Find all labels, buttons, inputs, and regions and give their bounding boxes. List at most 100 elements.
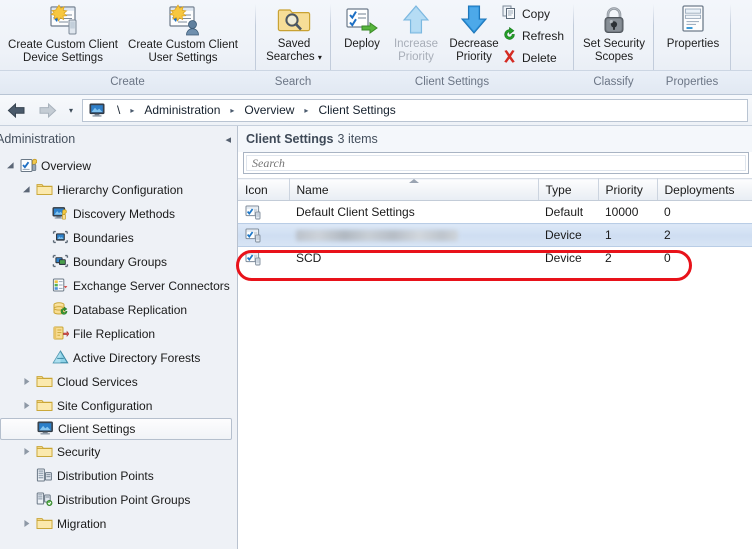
item-count: 3 items xyxy=(337,132,378,146)
sidebar-item-label: Security xyxy=(57,445,101,459)
history-dropdown-button[interactable]: ▾ xyxy=(62,98,80,123)
properties-button[interactable]: Properties xyxy=(658,4,728,51)
sidebar-item-boundaries[interactable]: Boundaries xyxy=(0,226,237,250)
column-header-name-label: Name xyxy=(296,182,329,197)
active-directory-icon xyxy=(52,350,69,366)
saved-searches-button[interactable]: Saved Searches ▾ xyxy=(262,4,326,64)
boundary-icon xyxy=(52,230,69,246)
ribbon-group-label-search: Search xyxy=(274,76,312,88)
row-priority-cell: 10000 xyxy=(605,205,639,219)
sidebar-item-cloud-services[interactable]: Cloud Services xyxy=(0,370,237,394)
sidebar-item-exchange-server-connectors[interactable]: Exchange Server Connectors xyxy=(0,274,237,298)
column-header-icon[interactable]: Icon xyxy=(238,178,290,201)
arrow-left-icon xyxy=(7,102,25,118)
ribbon-group-label-classify: Classify xyxy=(593,76,634,88)
page-title: Client Settings xyxy=(246,132,334,146)
delete-button[interactable]: Delete xyxy=(499,47,560,68)
sidebar-item-security[interactable]: Security xyxy=(0,440,237,464)
breadcrumb-client-settings[interactable]: Client Settings xyxy=(311,103,402,117)
row-icon-cell xyxy=(238,201,289,224)
set-security-scopes-button[interactable]: Set Security Scopes xyxy=(578,4,650,64)
refresh-icon xyxy=(502,26,517,45)
breadcrumb: \ ▸ Administration ▸ Overview ▸ Client S… xyxy=(82,98,748,122)
sidebar-item-migration[interactable]: Migration xyxy=(0,512,237,536)
column-header-type[interactable]: Type xyxy=(538,178,599,201)
sidebar-item-distribution-point-groups[interactable]: Distribution Point Groups xyxy=(0,488,237,512)
chevron-right-icon: ▸ xyxy=(304,105,309,115)
increase-priority-button[interactable]: Increase Priority xyxy=(388,4,444,64)
exchange-icon xyxy=(52,278,69,294)
breadcrumb-administration[interactable]: Administration xyxy=(137,103,227,117)
lock-icon xyxy=(599,4,629,38)
arrow-up-icon xyxy=(401,4,431,38)
create-device-settings-icon xyxy=(45,4,81,39)
row-name-cell: Default Client Settings xyxy=(296,205,415,219)
row-deployments-cell: 0 xyxy=(664,205,671,219)
sidebar-item-distribution-points[interactable]: Distribution Points xyxy=(0,464,237,488)
tree-collapsed-icon[interactable] xyxy=(20,401,32,412)
row-type-cell: Device xyxy=(545,251,582,266)
sidebar-title: Administration xyxy=(0,132,76,146)
client-settings-icon xyxy=(245,205,262,220)
client-settings-table: Icon Name Type Priority Deployments Defa… xyxy=(238,178,752,270)
sidebar-item-label: Distribution Points xyxy=(57,469,154,483)
sidebar-item-file-replication[interactable]: File Replication xyxy=(0,322,237,346)
column-header-priority[interactable]: Priority xyxy=(598,178,658,201)
sidebar-item-label: Hierarchy Configuration xyxy=(57,183,184,197)
row-name-cell xyxy=(289,223,538,247)
row-type-cell: Default xyxy=(545,205,584,219)
table-row[interactable]: Device 1 2 xyxy=(238,223,752,247)
increase-priority-label-line2: Priority xyxy=(398,51,434,63)
tree-expanded-icon[interactable] xyxy=(4,161,16,172)
forward-button[interactable] xyxy=(33,98,62,123)
breadcrumb-root[interactable]: \ xyxy=(110,103,127,117)
column-header-name[interactable]: Name xyxy=(289,178,539,201)
root-monitor-icon[interactable] xyxy=(87,103,108,117)
sidebar-item-site-configuration[interactable]: Site Configuration xyxy=(0,394,237,418)
chevron-left-icon[interactable]: ◂ xyxy=(225,133,231,146)
database-replication-icon xyxy=(52,302,69,318)
row-deployments-cell: 2 xyxy=(657,223,752,247)
create-custom-client-user-settings-button[interactable]: Create Custom Client User Settings xyxy=(124,4,242,65)
sidebar-item-discovery-methods[interactable]: Discovery Methods xyxy=(0,202,237,226)
sidebar-item-overview[interactable]: Overview xyxy=(0,154,237,178)
copy-button[interactable]: Copy xyxy=(499,3,553,24)
redacted-name xyxy=(296,230,458,242)
sidebar-item-database-replication[interactable]: Database Replication xyxy=(0,298,237,322)
column-header-deployments[interactable]: Deployments xyxy=(657,178,752,201)
sidebar-item-label: Client Settings xyxy=(58,422,136,436)
refresh-label: Refresh xyxy=(522,28,565,43)
folder-icon xyxy=(36,444,53,460)
table-row[interactable]: SCD Device 2 0 xyxy=(238,247,752,270)
decrease-priority-button[interactable]: Decrease Priority xyxy=(444,4,504,64)
row-priority-cell: 2 xyxy=(605,251,612,266)
row-priority-cell: 1 xyxy=(598,223,657,247)
sidebar-item-hierarchy-configuration[interactable]: Hierarchy Configuration xyxy=(0,178,237,202)
deploy-button[interactable]: Deploy xyxy=(336,4,388,51)
ribbon-group-label-properties: Properties xyxy=(665,76,719,88)
increase-priority-label-line1: Increase xyxy=(393,38,439,50)
breadcrumb-overview[interactable]: Overview xyxy=(237,103,301,117)
sidebar-item-boundary-groups[interactable]: Boundary Groups xyxy=(0,250,237,274)
create-custom-client-device-settings-button[interactable]: Create Custom Client Device Settings xyxy=(4,4,122,65)
table-row[interactable]: Default Client Settings Default 10000 0 xyxy=(238,201,752,224)
saved-searches-label-line2: Searches ▾ xyxy=(266,51,322,63)
saved-searches-icon xyxy=(277,4,311,38)
search-input[interactable] xyxy=(252,155,745,171)
properties-label: Properties xyxy=(666,38,720,50)
tree-collapsed-icon[interactable] xyxy=(20,377,32,388)
sidebar-item-active-directory-forests[interactable]: Active Directory Forests xyxy=(0,346,237,370)
search-box[interactable] xyxy=(243,152,749,174)
folder-icon xyxy=(36,182,53,198)
back-button[interactable] xyxy=(2,98,31,123)
tree-collapsed-icon[interactable] xyxy=(20,519,32,530)
file-replication-icon xyxy=(52,326,70,342)
tree-collapsed-icon[interactable] xyxy=(20,447,32,458)
sidebar-item-client-settings[interactable]: Client Settings xyxy=(0,418,232,440)
tree-expanded-icon[interactable] xyxy=(20,185,32,196)
ribbon-button-area: Create Custom Client Device Settings Cre… xyxy=(0,0,752,90)
refresh-button[interactable]: Refresh xyxy=(499,25,567,46)
content-header: Client Settings 3 items xyxy=(238,126,752,152)
row-icon-cell xyxy=(238,223,289,247)
create-device-settings-label-line1: Create Custom Client xyxy=(8,39,118,51)
